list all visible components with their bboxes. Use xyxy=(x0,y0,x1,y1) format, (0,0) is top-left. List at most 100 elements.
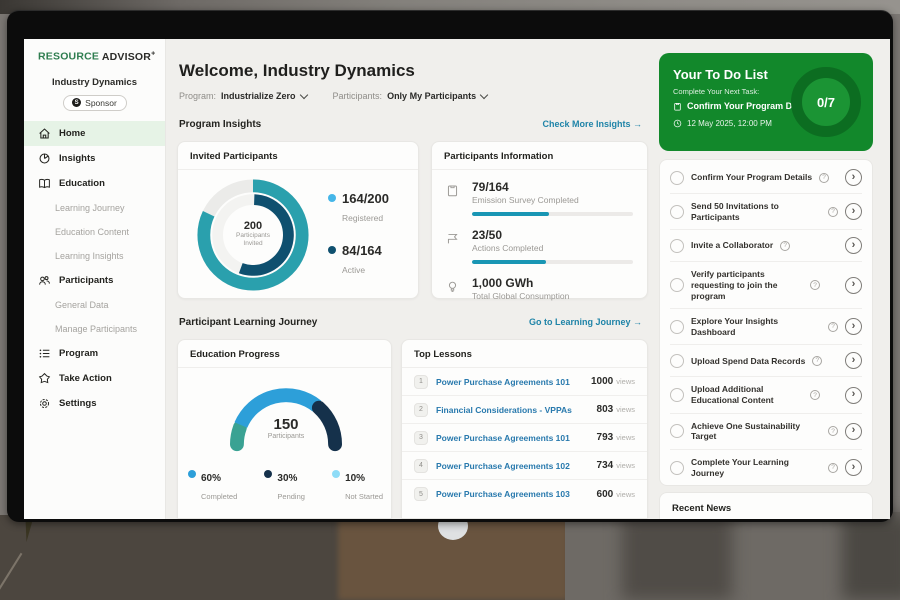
todo-item[interactable]: Verify participants requesting to join t… xyxy=(670,262,862,309)
program-icon xyxy=(38,347,51,360)
chevron-right-icon[interactable]: › xyxy=(845,423,862,440)
todo-progress-ring: 0/7 xyxy=(791,67,861,137)
chevron-right-icon[interactable]: › xyxy=(845,169,862,186)
todo-item[interactable]: Upload Spend Data Records ? › xyxy=(670,345,862,377)
checkbox-circle[interactable] xyxy=(670,205,684,219)
go-to-learning-journey-link[interactable]: Go to Learning Journey → xyxy=(529,317,642,327)
chevron-right-icon[interactable]: › xyxy=(845,387,862,404)
lesson-link[interactable]: Power Purchase Agreements 103 xyxy=(436,489,597,499)
chevron-right-icon[interactable]: › xyxy=(845,277,862,294)
chevron-down-icon xyxy=(480,90,488,98)
sidebar-item-label: Participants xyxy=(59,275,113,286)
sidebar-item-label: Home xyxy=(59,128,85,139)
checkbox-circle[interactable] xyxy=(670,461,684,475)
sidebar-item-education-content[interactable]: Education Content xyxy=(24,220,165,244)
sidebar-item-home[interactable]: Home xyxy=(24,121,165,146)
sidebar-item-manage-participants[interactable]: Manage Participants xyxy=(24,317,165,341)
chevron-right-icon[interactable]: › xyxy=(845,459,862,476)
lesson-row: 2 Financial Considerations - VPPAs 803 v… xyxy=(402,396,647,424)
sidebar-item-label: Education xyxy=(59,178,105,189)
checkbox-circle[interactable] xyxy=(670,388,684,402)
rank-badge: 1 xyxy=(414,375,428,389)
lesson-link[interactable]: Power Purchase Agreements 101 xyxy=(436,377,591,387)
sidebar-item-participants[interactable]: Participants xyxy=(24,268,165,293)
card-title: Invited Participants xyxy=(178,142,418,170)
recent-news-title: Recent News xyxy=(660,493,872,519)
program-dropdown[interactable]: Program: Industrialize Zero xyxy=(179,91,307,101)
sidebar: RESOURCE ADVISOR+ Industry Dynamics S Sp… xyxy=(24,39,166,519)
sidebar-item-label: Insights xyxy=(59,153,95,164)
chevron-right-icon[interactable]: › xyxy=(845,318,862,335)
todo-item[interactable]: Upload Additional Educational Content ? … xyxy=(670,377,862,413)
todo-item[interactable]: Explore Your Insights Dashboard ? › xyxy=(670,309,862,345)
todo-item[interactable]: Complete Your Learning Journey ? › xyxy=(670,450,862,485)
sponsor-icon: S xyxy=(72,98,81,107)
help-icon: ? xyxy=(828,426,838,436)
donut-center-label: 200 Participants Invited xyxy=(190,220,316,249)
sponsor-badge[interactable]: S Sponsor xyxy=(63,95,127,111)
education-icon xyxy=(38,177,51,190)
checkbox-circle[interactable] xyxy=(670,239,684,253)
learning-journey-heading: Participant Learning Journey xyxy=(179,317,317,328)
page-title: Welcome, Industry Dynamics xyxy=(179,61,415,81)
clipboard-icon xyxy=(673,102,682,111)
logo-advisor: ADVISOR+ xyxy=(102,51,156,63)
help-icon: ? xyxy=(810,390,820,400)
help-icon: ? xyxy=(812,356,822,366)
insights-icon xyxy=(38,152,51,165)
arrow-right-icon: → xyxy=(633,317,642,327)
stat-emission-survey: 79/164 Emission Survey Completed xyxy=(432,170,647,216)
gauge-center-label: 150 Participants xyxy=(222,416,350,440)
todo-list-card: Confirm Your Program Details ? › Send 50… xyxy=(659,159,873,486)
donut-legend: 164/200 Registered 84/164 Active xyxy=(328,190,389,294)
check-more-insights-link[interactable]: Check More Insights → xyxy=(542,119,642,129)
todo-item[interactable]: Confirm Your Program Details ? › xyxy=(670,162,862,194)
help-icon: ? xyxy=(780,241,790,251)
lesson-link[interactable]: Financial Considerations - VPPAs xyxy=(436,405,597,415)
todo-item[interactable]: Invite a Collaborator ? › xyxy=(670,230,862,262)
stat-total-consumption: 1,000 GWh Total Global Consumption xyxy=(432,266,647,301)
legend-dot-completed xyxy=(188,470,196,478)
main-content: Welcome, Industry Dynamics Program: Indu… xyxy=(167,39,656,519)
sidebar-item-general-data[interactable]: General Data xyxy=(24,293,165,317)
checkbox-circle[interactable] xyxy=(670,424,684,438)
chevron-down-icon xyxy=(299,90,307,98)
stat-actions-completed: 23/50 Actions Completed xyxy=(432,218,647,264)
rank-badge: 2 xyxy=(414,403,428,417)
todo-subtitle: Complete Your Next Task: xyxy=(673,87,759,96)
sidebar-item-settings[interactable]: Settings xyxy=(24,391,165,416)
education-progress-gauge-chart: 150 Participants xyxy=(222,380,350,454)
sidebar-item-take-action[interactable]: Take Action xyxy=(24,366,165,391)
lesson-row: 3 Power Purchase Agreements 101 793 view… xyxy=(402,424,647,452)
lesson-link[interactable]: Power Purchase Agreements 102 xyxy=(436,461,597,471)
checkbox-circle[interactable] xyxy=(670,320,684,334)
education-progress-card: Education Progress 150 Participants 60% … xyxy=(177,339,392,519)
sidebar-item-education[interactable]: Education xyxy=(24,171,165,196)
todo-item[interactable]: Achieve One Sustainability Target ? › xyxy=(670,414,862,450)
sidebar-item-learning-insights[interactable]: Learning Insights xyxy=(24,244,165,268)
card-title: Top Lessons xyxy=(402,340,647,368)
checkbox-circle[interactable] xyxy=(670,354,684,368)
lesson-link[interactable]: Power Purchase Agreements 101 xyxy=(436,433,597,443)
progress-bar xyxy=(472,260,633,264)
participants-information-card: Participants Information 79/164 Emission… xyxy=(431,141,648,299)
participants-dropdown[interactable]: Participants: Only My Participants xyxy=(333,91,488,101)
org-name: Industry Dynamics xyxy=(24,77,165,88)
lesson-row: 4 Power Purchase Agreements 102 734 view… xyxy=(402,452,647,480)
legend-not-started: 10% Not Started xyxy=(332,468,383,504)
sidebar-item-program[interactable]: Program xyxy=(24,341,165,366)
chevron-right-icon[interactable]: › xyxy=(845,203,862,220)
todo-item[interactable]: Send 50 Invitations to Participants ? › xyxy=(670,194,862,230)
legend-completed: 60% Completed xyxy=(188,468,237,504)
monitor-bezel: RESOURCE ADVISOR+ Industry Dynamics S Sp… xyxy=(7,10,893,522)
chevron-right-icon[interactable]: › xyxy=(845,352,862,369)
checkbox-circle[interactable] xyxy=(670,278,684,292)
sidebar-item-learning-journey[interactable]: Learning Journey xyxy=(24,196,165,220)
chevron-right-icon[interactable]: › xyxy=(845,237,862,254)
sidebar-item-insights[interactable]: Insights xyxy=(24,146,165,171)
checkbox-circle[interactable] xyxy=(670,171,684,185)
sidebar-item-label: Program xyxy=(59,348,98,359)
app-logo: RESOURCE ADVISOR+ xyxy=(24,39,165,63)
arrow-right-icon: → xyxy=(633,119,642,129)
lesson-row: 5 Power Purchase Agreements 103 600 view… xyxy=(402,480,647,508)
